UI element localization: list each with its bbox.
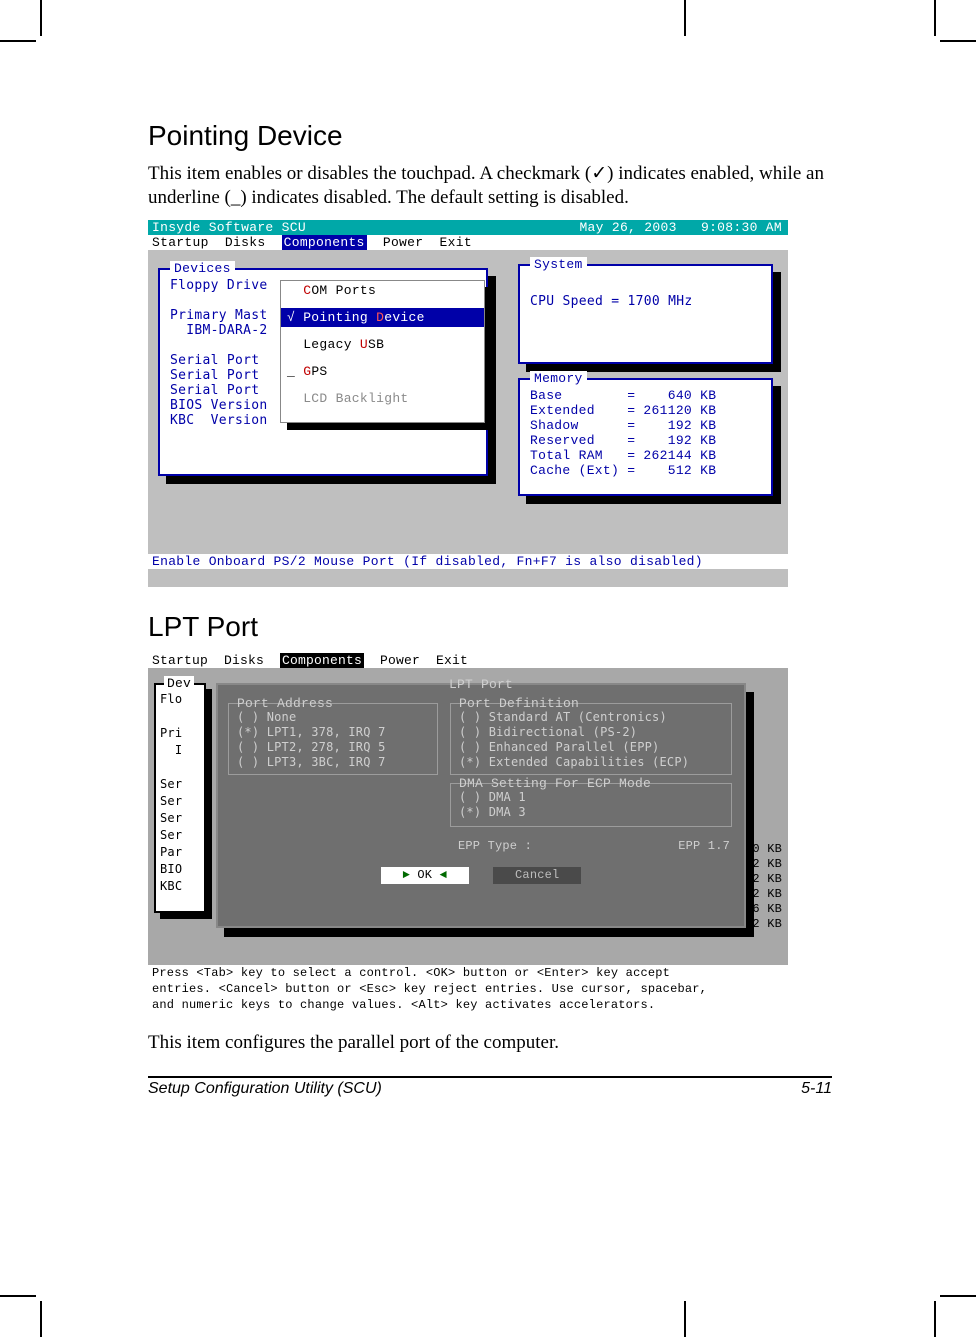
scu2-epp-value: EPP 1.7 [678, 839, 730, 854]
scu2-port-address-legend: Port Address [237, 696, 333, 711]
scu2-port-definition-group[interactable]: Port Definition ( ) Standard AT (Centron… [450, 703, 732, 775]
scu1-memory-body: Base = 640 KB Extended = 261120 KB Shado… [530, 388, 761, 478]
scu2-devbox-legend: Dev [164, 676, 194, 691]
scu2-dma-legend: DMA Setting For ECP Mode [459, 776, 651, 791]
scu2-port-address-group[interactable]: Port Address ( ) None (*) LPT1, 378, IRQ… [228, 703, 438, 775]
scu1-devices-legend: Devices [170, 261, 235, 276]
footer-left: Setup Configuration Utility (SCU) [148, 1080, 382, 1098]
scu1-memory-legend: Memory [530, 371, 587, 386]
dropdown-item[interactable]: Legacy USB [281, 335, 484, 354]
scu1-system-panel: System CPU Speed = 1700 MHz [518, 264, 773, 364]
scu1-menubar[interactable]: Startup Disks Components Power Exit [148, 235, 788, 250]
scu2-lpt-modal: LPT Port Port Address ( ) None (*) LPT1,… [216, 683, 746, 928]
scu1-memory-panel: Memory Base = 640 KB Extended = 261120 K… [518, 378, 773, 496]
scu2-port-definition-legend: Port Definition [459, 696, 579, 711]
scu2-port-definition-options[interactable]: ( ) Standard AT (Centronics) ( ) Bidirec… [459, 710, 723, 770]
dropdown-item[interactable]: _ GPS [281, 362, 484, 381]
screenshot-scu-lpt-port: Startup Disks Components Power Exit Dev … [148, 653, 788, 1013]
dropdown-item[interactable]: √ Pointing Device [281, 308, 484, 327]
scu1-help-line: Enable Onboard PS/2 Mouse Port (If disab… [148, 554, 788, 569]
scu2-help-text: Press <Tab> key to select a control. <OK… [148, 965, 788, 1013]
dropdown-item[interactable]: COM Ports [281, 281, 484, 300]
scu2-dma-group[interactable]: DMA Setting For ECP Mode ( ) DMA 1 (*) D… [450, 783, 732, 827]
ok-button[interactable]: OK [381, 867, 469, 884]
heading-lpt-port: LPT Port [148, 611, 832, 643]
scu2-right-kb-list: 0 KB 2 KB 2 KB 2 KB 6 KB 2 KB [752, 842, 782, 932]
dropdown-item[interactable]: LCD Backlight [281, 389, 484, 408]
scu1-title-right: May 26, 2003 9:08:30 AM [579, 220, 788, 235]
page-footer: Setup Configuration Utility (SCU) 5-11 [148, 1076, 832, 1098]
para-lpt-port: This item configures the parallel port o… [148, 1031, 832, 1055]
screenshot-scu-pointing-device: Insyde Software SCU May 26, 2003 9:08:30 … [148, 220, 788, 587]
cancel-button[interactable]: Cancel [493, 867, 581, 884]
scu1-titlebar: Insyde Software SCU May 26, 2003 9:08:30 … [148, 220, 788, 235]
para-pointing-device: This item enables or disables the touchp… [148, 162, 832, 210]
scu2-devices-panel-clipped: Dev Flo Pri I Ser Ser Ser Ser Par BIO KB… [154, 683, 206, 913]
scu1-components-dropdown[interactable]: COM Ports √ Pointing Device Legacy USB _ G… [280, 280, 485, 423]
scu2-dma-options[interactable]: ( ) DMA 1 (*) DMA 3 [459, 790, 723, 820]
scu2-menubar[interactable]: Startup Disks Components Power Exit [148, 653, 788, 668]
scu2-modal-title: LPT Port [449, 677, 513, 692]
scu1-title-left: Insyde Software SCU [152, 220, 306, 235]
scu2-epp-type-line: EPP Type : EPP 1.7 [458, 839, 730, 854]
scu2-port-address-options[interactable]: ( ) None (*) LPT1, 378, IRQ 7 ( ) LPT2, … [237, 710, 429, 770]
scu2-epp-label: EPP Type : [458, 839, 532, 854]
heading-pointing-device: Pointing Device [148, 120, 832, 152]
footer-page-number: 5-11 [801, 1080, 832, 1098]
scu1-system-line: CPU Speed = 1700 MHz [530, 294, 761, 309]
scu1-system-legend: System [530, 257, 587, 272]
scu2-devbox-body: Flo Pri I Ser Ser Ser Ser Par BIO KBC [160, 691, 200, 895]
